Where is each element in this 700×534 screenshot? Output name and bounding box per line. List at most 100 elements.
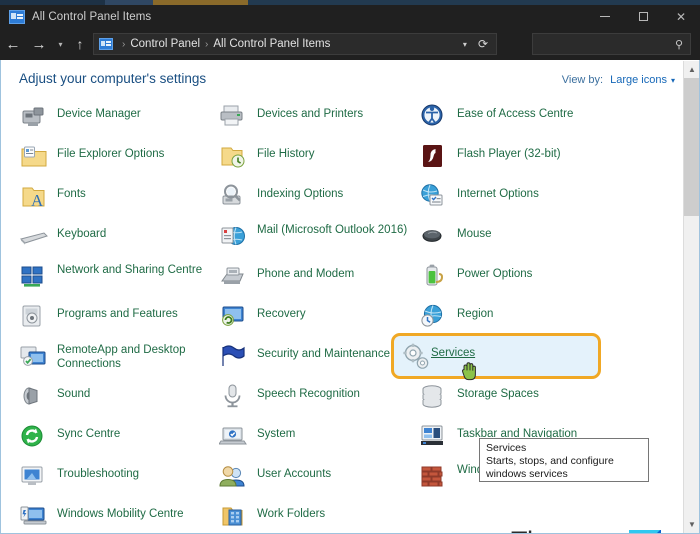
maximize-button[interactable] <box>624 5 662 28</box>
item-label[interactable]: Device Manager <box>57 102 141 121</box>
control-panel-item-storage-spaces[interactable]: Storage Spaces <box>419 378 619 418</box>
item-label[interactable]: Fonts <box>57 182 86 201</box>
internet-options-icon <box>419 182 449 212</box>
control-panel-item-power-options[interactable]: Power Options <box>419 258 619 298</box>
item-label[interactable]: File History <box>257 142 315 161</box>
control-panel-item-device-manager[interactable]: Device Manager <box>19 98 219 138</box>
control-panel-item-system[interactable]: System <box>218 418 419 458</box>
remoteapp-desktop-connections-icon <box>19 342 49 372</box>
breadcrumb-item-all-control-panel-items[interactable]: All Control Panel Items <box>213 38 330 50</box>
item-label[interactable]: Phone and Modem <box>257 262 354 281</box>
file-explorer-options-icon <box>19 142 49 172</box>
devices-printers-icon <box>219 102 249 132</box>
control-panel-item-work-folders[interactable]: Work Folders <box>219 498 419 533</box>
control-panel-item-file-history[interactable]: File History <box>219 138 419 178</box>
address-bar[interactable]: › Control Panel › All Control Panel Item… <box>93 33 497 55</box>
mail-outlook-icon <box>219 222 249 252</box>
scroll-down-icon[interactable]: ▼ <box>684 516 700 533</box>
item-label[interactable]: Troubleshooting <box>57 462 139 481</box>
control-panel-item-file-explorer-options[interactable]: File Explorer Options <box>19 138 219 178</box>
item-label[interactable]: Network and Sharing Centre <box>57 262 202 277</box>
vertical-scrollbar[interactable]: ▲ ▼ <box>683 61 699 533</box>
control-panel-item-services[interactable]: Services <box>401 342 477 381</box>
control-panel-item-keyboard[interactable]: Keyboard <box>19 218 219 258</box>
control-panel-item-remoteapp-and-desktop-connections[interactable]: RemoteApp and Desktop Connections <box>19 338 219 378</box>
item-label[interactable]: User Accounts <box>257 462 331 481</box>
scrollbar-thumb[interactable] <box>684 78 699 216</box>
item-label[interactable]: Mail (Microsoft Outlook 2016) <box>257 222 407 237</box>
control-panel-window: All Control Panel Items ✕ ← → ▾ ↑ › Cont… <box>0 0 700 534</box>
control-panel-item-speech-recognition[interactable]: Speech Recognition <box>219 378 419 418</box>
breadcrumb-item-control-panel[interactable]: Control Panel <box>130 38 200 50</box>
control-panel-item-programs-and-features[interactable]: Programs and Features <box>19 298 219 338</box>
security-maintenance-icon <box>219 342 249 372</box>
item-label[interactable]: Speech Recognition <box>257 382 360 401</box>
refresh-icon[interactable]: ⟳ <box>476 37 496 51</box>
up-button[interactable]: ↑ <box>69 29 91 59</box>
item-label[interactable]: Storage Spaces <box>457 382 539 401</box>
region-icon <box>419 302 449 332</box>
item-label[interactable]: Recovery <box>257 302 306 321</box>
control-panel-item-indexing-options[interactable]: Indexing Options <box>219 178 419 218</box>
content-header: Adjust your computer's settings View by:… <box>1 60 699 98</box>
control-panel-item-sound[interactable]: Sound <box>19 378 219 418</box>
control-panel-item-network-and-sharing-centre[interactable]: Network and Sharing Centre <box>19 258 219 298</box>
item-label[interactable]: Keyboard <box>57 222 106 241</box>
view-by-value[interactable]: Large icons <box>610 74 667 86</box>
control-panel-item-region[interactable]: Region <box>419 298 619 338</box>
item-label[interactable]: Power Options <box>457 262 532 281</box>
item-label[interactable]: Internet Options <box>457 182 539 201</box>
item-label[interactable]: System <box>257 422 295 441</box>
control-panel-item-mouse[interactable]: Mouse <box>419 218 619 258</box>
item-label[interactable]: Work Folders <box>257 502 325 521</box>
window-title: All Control Panel Items <box>32 10 152 23</box>
item-label[interactable]: RemoteApp and Desktop Connections <box>57 342 217 371</box>
control-panel-item-devices-and-printers[interactable]: Devices and Printers <box>219 98 419 138</box>
mouse-cursor-icon <box>461 362 477 381</box>
back-button[interactable]: ← <box>0 29 26 59</box>
indexing-options-icon <box>219 182 249 212</box>
item-label[interactable]: File Explorer Options <box>57 142 164 161</box>
control-panel-item-fonts[interactable]: A Fonts <box>19 178 219 218</box>
control-panel-item-internet-options[interactable]: Internet Options <box>419 178 619 218</box>
item-label[interactable]: Windows Mobility Centre <box>57 502 184 521</box>
item-label[interactable]: Mouse <box>457 222 492 241</box>
control-panel-item-sync-centre[interactable]: Sync Centre <box>19 418 219 458</box>
scroll-up-icon[interactable]: ▲ <box>684 61 700 78</box>
item-label[interactable]: Ease of Access Centre <box>457 102 573 121</box>
network-sharing-centre-icon <box>19 262 49 292</box>
control-panel-item-troubleshooting[interactable]: Troubleshooting <box>19 458 219 498</box>
view-by-label: View by: <box>561 74 604 86</box>
system-icon <box>218 422 249 452</box>
minimize-button[interactable] <box>586 5 624 28</box>
item-label[interactable]: Security and Maintenance <box>257 342 390 361</box>
item-label[interactable]: Programs and Features <box>57 302 178 321</box>
item-label[interactable]: Flash Player (32-bit) <box>457 142 561 161</box>
recent-locations-icon[interactable]: ▾ <box>52 29 69 59</box>
control-panel-item-mail-microsoft-outlook-2016[interactable]: Mail (Microsoft Outlook 2016) <box>219 218 419 258</box>
item-label[interactable]: Devices and Printers <box>257 102 363 121</box>
item-label[interactable]: Indexing Options <box>257 182 343 201</box>
address-dropdown-icon[interactable]: ▾ <box>454 40 476 49</box>
search-box[interactable]: ⚲ <box>532 33 691 55</box>
mouse-icon <box>419 222 449 252</box>
navigation-bar: ← → ▾ ↑ › Control Panel › All Control Pa… <box>0 28 700 60</box>
control-panel-item-ease-of-access-centre[interactable]: Ease of Access Centre <box>419 98 619 138</box>
control-panel-item-windows-mobility-centre[interactable]: Windows Mobility Centre <box>19 498 219 533</box>
control-panel-item-user-accounts[interactable]: User Accounts <box>219 458 419 498</box>
control-panel-item-recovery[interactable]: Recovery <box>219 298 419 338</box>
close-button[interactable]: ✕ <box>662 5 700 28</box>
troubleshooting-icon <box>19 462 49 492</box>
item-label[interactable]: Sound <box>57 382 90 401</box>
tooltip-title: Services <box>486 442 527 454</box>
item-label[interactable]: Sync Centre <box>57 422 120 441</box>
item-label[interactable]: Region <box>457 302 493 321</box>
items-column-2: Devices and Printers File History Indexing… <box>218 98 419 533</box>
services-label[interactable]: Services <box>431 342 475 359</box>
control-panel-item-flash-player-32-bit[interactable]: Flash Player (32-bit) <box>419 138 619 178</box>
control-panel-item-security-and-maintenance[interactable]: Security and Maintenance <box>219 338 419 378</box>
view-by-control[interactable]: View by: Large icons ▾ <box>562 74 675 86</box>
forward-button[interactable]: → <box>26 29 52 59</box>
chevron-down-icon[interactable]: ▾ <box>671 76 675 85</box>
control-panel-item-phone-and-modem[interactable]: Phone and Modem <box>219 258 419 298</box>
